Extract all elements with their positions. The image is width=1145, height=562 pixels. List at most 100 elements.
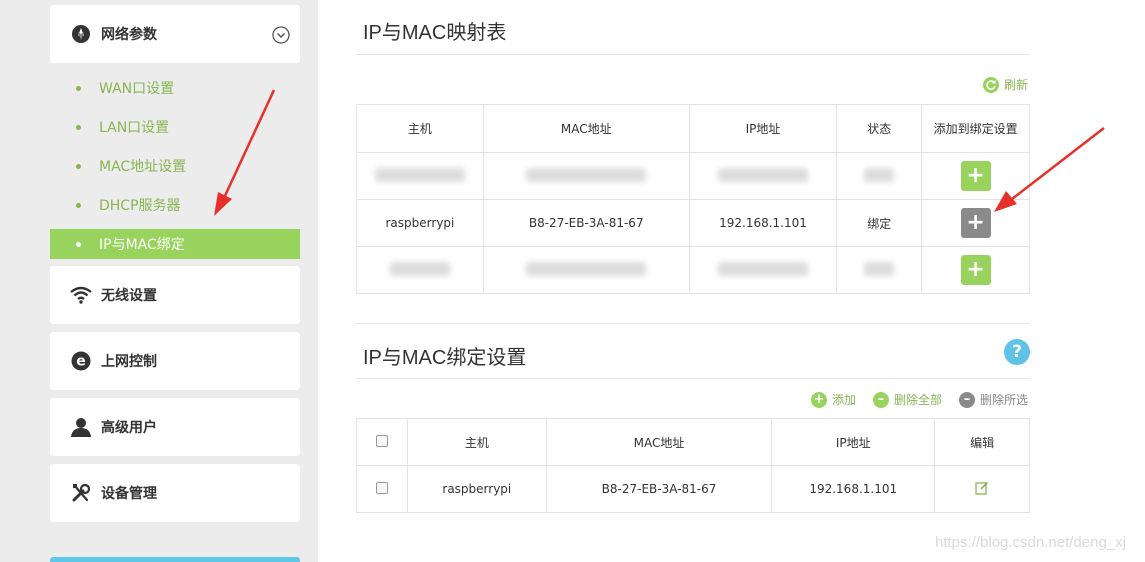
tools-icon: [70, 482, 92, 504]
bullet-icon: [76, 124, 81, 130]
sidebar-item-dhcp[interactable]: DHCP服务器: [50, 190, 300, 220]
redacted-text: [374, 167, 465, 182]
redacted-cell: [836, 152, 923, 200]
redacted-cell: [356, 152, 484, 200]
mapping-title: IP与MAC映射表: [363, 22, 507, 44]
table-header-row: 主机 MAC地址 IP地址 编辑: [356, 418, 1030, 466]
mapping-table: 主机 MAC地址 IP地址 状态 添加到绑定设置 + raspberrypi B…: [356, 104, 1030, 294]
redacted-text: [718, 261, 808, 276]
add-cell: +: [921, 152, 1030, 200]
add-button[interactable]: + 添加: [811, 391, 856, 408]
binding-title: IP与MAC绑定设置: [363, 347, 527, 369]
add-cell: +: [921, 246, 1030, 294]
internet-e-icon: e: [70, 350, 92, 372]
table-row: raspberrypi B8-27-EB-3A-81-67 192.168.1.…: [356, 199, 1030, 247]
column-header-ip: IP地址: [688, 104, 838, 153]
menu-internet-control[interactable]: e 上网控制: [50, 332, 300, 390]
refresh-button[interactable]: 刷新: [983, 76, 1028, 93]
menu-advanced-users[interactable]: 高级用户: [50, 398, 300, 456]
add-to-binding-button[interactable]: +: [960, 208, 991, 238]
redacted-text: [864, 261, 895, 276]
table-row: raspberrypi B8-27-EB-3A-81-67 192.168.1.…: [356, 465, 1030, 513]
column-header-ip: IP地址: [771, 418, 936, 466]
column-header-mac: MAC地址: [545, 418, 773, 466]
redacted-cell: [688, 246, 838, 294]
row-checkbox[interactable]: [375, 481, 388, 494]
chevron-down-icon[interactable]: [272, 26, 290, 44]
redacted-text: [864, 167, 895, 182]
sidebar-item-label: LAN口设置: [99, 120, 170, 136]
user-icon: [70, 416, 92, 438]
bullet-icon: [76, 202, 81, 208]
wifi-icon: [70, 284, 92, 306]
divider: [356, 323, 1030, 324]
delete-selected-button[interactable]: – 删除所选: [959, 391, 1028, 408]
help-icon[interactable]: ?: [1004, 339, 1030, 365]
delete-all-button[interactable]: – 删除全部: [873, 391, 942, 408]
column-header-host: 主机: [356, 104, 484, 153]
add-to-binding-button[interactable]: +: [960, 255, 991, 285]
ip-cell: 192.168.1.101: [771, 465, 936, 513]
divider: [356, 54, 1030, 55]
bullet-icon: [76, 241, 81, 247]
redacted-cell: [836, 246, 923, 294]
edit-cell: [934, 465, 1030, 513]
select-all-checkbox[interactable]: [375, 434, 388, 447]
edit-icon[interactable]: [975, 481, 989, 495]
menu-advanced-users-label: 高级用户: [101, 420, 157, 436]
sidebar-item-lan[interactable]: LAN口设置: [50, 112, 300, 142]
ip-cell: 192.168.1.101: [688, 199, 838, 247]
plus-circle-icon: +: [811, 391, 827, 408]
redacted-cell: [482, 152, 690, 200]
redacted-text: [389, 261, 450, 276]
redacted-cell: [482, 246, 690, 294]
sidebar-item-label: DHCP服务器: [99, 198, 181, 214]
redacted-text: [526, 261, 647, 276]
column-header-host: 主机: [406, 418, 547, 466]
sidebar-item-wan[interactable]: WAN口设置: [50, 73, 300, 103]
sidebar-item-label: IP与MAC绑定: [99, 237, 185, 253]
divider: [356, 378, 1030, 379]
add-to-binding-button[interactable]: +: [960, 161, 991, 191]
add-cell: +: [921, 199, 1030, 247]
select-all-cell: [356, 418, 408, 466]
menu-network-params-label: 网络参数: [101, 27, 157, 43]
table-row: +: [356, 246, 1030, 294]
column-header-status: 状态: [836, 104, 923, 153]
table-row: +: [356, 152, 1030, 200]
menu-wireless[interactable]: 无线设置: [50, 266, 300, 324]
delete-selected-label: 删除所选: [980, 393, 1029, 407]
watermark: https://blog.csdn.net/deng_xj: [935, 534, 1126, 551]
menu-network-params[interactable]: 网络参数: [50, 5, 300, 63]
bullet-icon: [76, 163, 81, 169]
host-cell: raspberrypi: [406, 465, 547, 513]
menu-device-management-label: 设备管理: [101, 486, 157, 502]
column-header-edit: 编辑: [934, 418, 1030, 466]
menu-wireless-label: 无线设置: [101, 288, 157, 304]
column-header-add-binding: 添加到绑定设置: [921, 104, 1030, 153]
minus-circle-icon: –: [873, 391, 889, 408]
sidebar-item-ip-mac-binding[interactable]: IP与MAC绑定: [50, 229, 300, 259]
column-header-mac: MAC地址: [482, 104, 690, 153]
table-header-row: 主机 MAC地址 IP地址 状态 添加到绑定设置: [356, 104, 1030, 153]
sidebar-item-label: MAC地址设置: [99, 159, 187, 175]
sidebar-next-card[interactable]: [50, 557, 300, 562]
sidebar-item-label: WAN口设置: [99, 81, 175, 97]
select-cell: [356, 465, 408, 513]
binding-table: 主机 MAC地址 IP地址 编辑 raspberrypi B8-27-EB-3A…: [356, 418, 1030, 513]
mac-cell: B8-27-EB-3A-81-67: [545, 465, 773, 513]
redacted-cell: [356, 246, 484, 294]
sidebar: 网络参数 WAN口设置 LAN口设置 MAC地址设置 DHCP服务器 IP与MA…: [0, 0, 318, 562]
refresh-icon: [983, 76, 999, 93]
bullet-icon: [76, 85, 81, 91]
mac-cell: B8-27-EB-3A-81-67: [482, 199, 690, 247]
redacted-text: [526, 167, 647, 182]
menu-internet-control-label: 上网控制: [101, 354, 157, 370]
refresh-label: 刷新: [1004, 78, 1029, 92]
host-cell: raspberrypi: [356, 199, 484, 247]
menu-device-management[interactable]: 设备管理: [50, 464, 300, 522]
add-label: 添加: [832, 393, 857, 407]
redacted-cell: [688, 152, 838, 200]
sidebar-item-mac[interactable]: MAC地址设置: [50, 151, 300, 181]
redacted-text: [718, 167, 808, 182]
